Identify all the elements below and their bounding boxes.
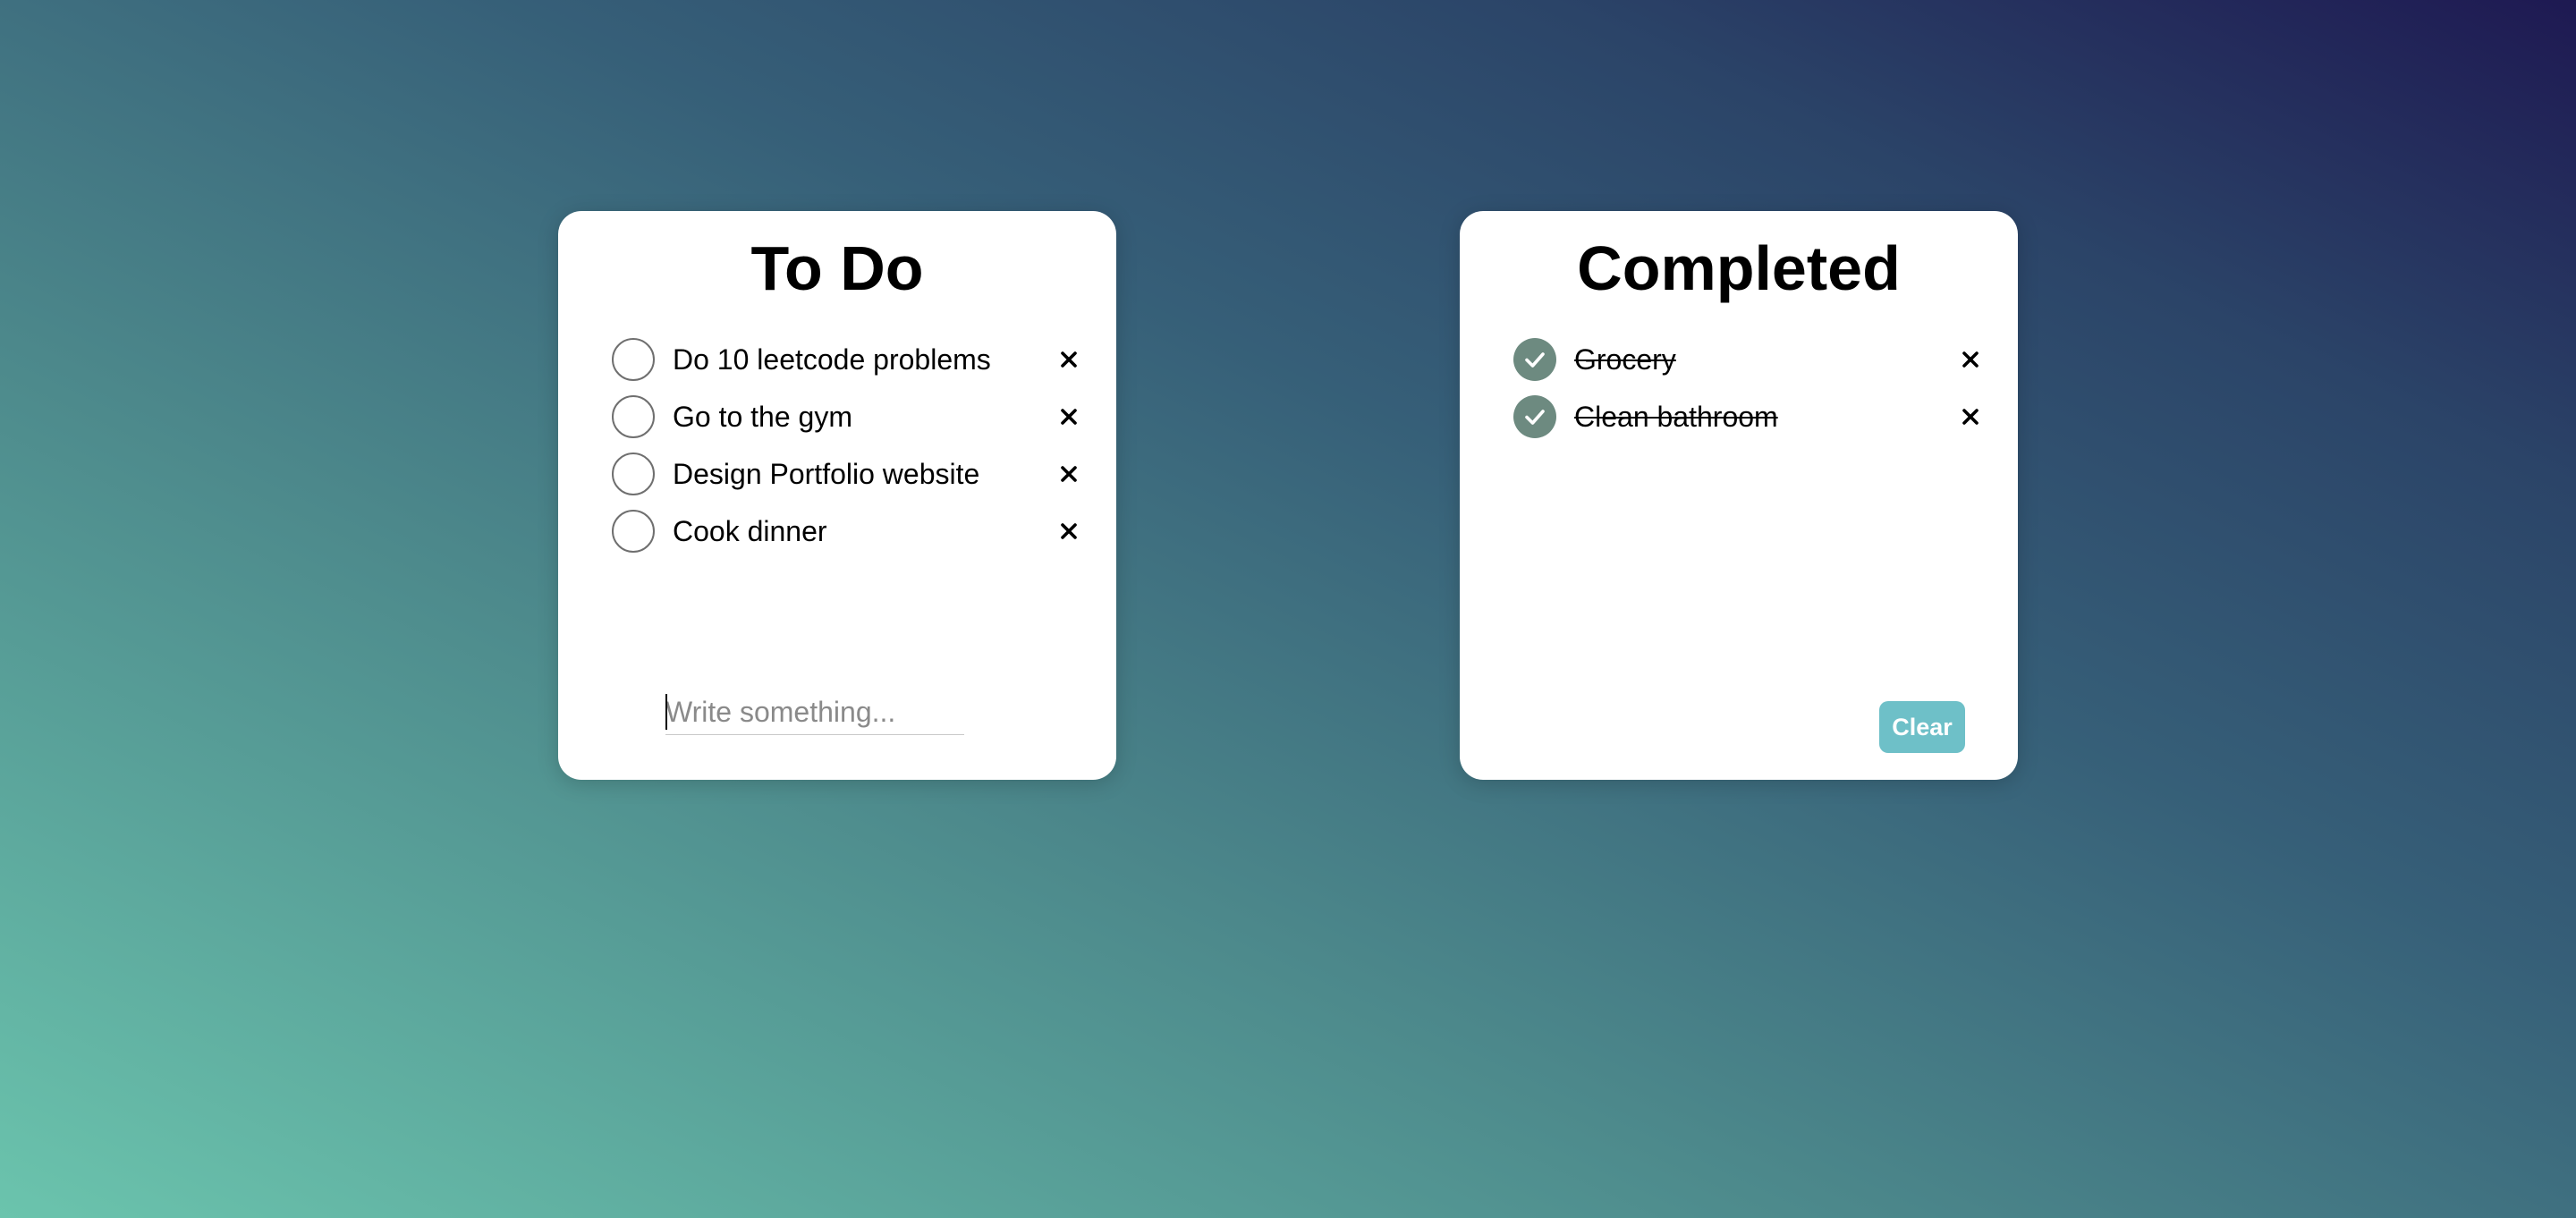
checkmark-circle-icon[interactable] — [1513, 338, 1556, 381]
empty-circle-icon[interactable] — [612, 453, 655, 495]
completed-item-text: Clean bathroom — [1574, 400, 1778, 433]
completed-item: Clean bathroom — [1513, 388, 1993, 445]
close-x-icon[interactable] — [1961, 407, 1980, 427]
todo-item: Cook dinner — [612, 503, 1091, 560]
completed-card: Completed Grocery Clean bathroom Clear — [1460, 211, 2018, 780]
close-x-icon[interactable] — [1059, 407, 1079, 427]
checkmark-circle-icon[interactable] — [1513, 395, 1556, 438]
todo-item-text: Cook dinner — [673, 514, 827, 547]
close-x-icon[interactable] — [1961, 350, 1980, 369]
todo-item-text: Design Portfolio website — [673, 457, 980, 490]
new-task-input[interactable] — [665, 690, 964, 735]
todo-item: Go to the gym — [612, 388, 1091, 445]
completed-list: Grocery Clean bathroom — [1513, 331, 1993, 445]
close-x-icon[interactable] — [1059, 521, 1079, 541]
empty-circle-icon[interactable] — [612, 510, 655, 553]
todo-title: To Do — [750, 233, 924, 303]
todo-item: Do 10 leetcode problems — [612, 331, 1091, 388]
completed-item: Grocery — [1513, 331, 1993, 388]
todo-card: To Do Do 10 leetcode problems Go to the … — [558, 211, 1116, 780]
completed-item-text: Grocery — [1574, 343, 1676, 376]
todo-list: Do 10 leetcode problems Go to the gym De… — [612, 331, 1091, 560]
close-x-icon[interactable] — [1059, 464, 1079, 484]
completed-title: Completed — [1577, 233, 1901, 303]
clear-button[interactable]: Clear — [1879, 701, 1965, 753]
text-cursor — [665, 694, 667, 730]
close-x-icon[interactable] — [1059, 350, 1079, 369]
todo-item: Design Portfolio website — [612, 445, 1091, 503]
empty-circle-icon[interactable] — [612, 395, 655, 438]
todo-item-text: Go to the gym — [673, 400, 852, 433]
empty-circle-icon[interactable] — [612, 338, 655, 381]
todo-item-text: Do 10 leetcode problems — [673, 343, 991, 376]
